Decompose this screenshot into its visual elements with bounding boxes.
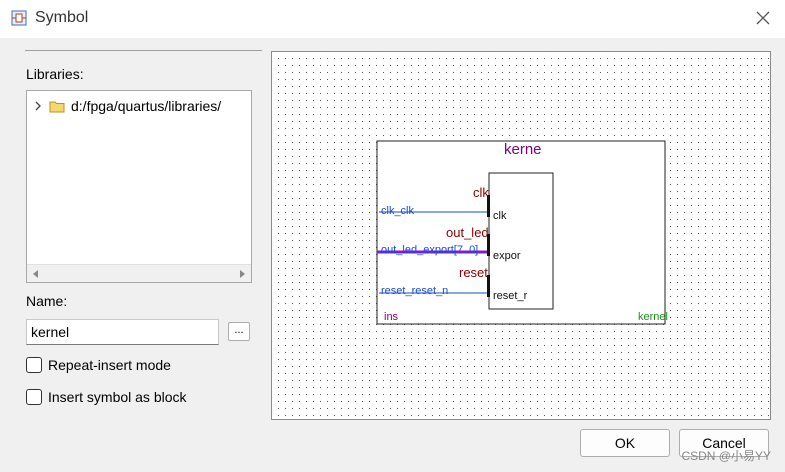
close-icon[interactable]: [753, 8, 773, 28]
pin-clk: clk: [493, 210, 507, 222]
insert-as-block-checkbox[interactable]: [26, 389, 42, 405]
signal-out-led: out_led_export[7..0]: [381, 244, 478, 256]
libraries-tree[interactable]: d:/fpga/quartus/libraries/: [26, 90, 252, 283]
repeat-insert-label: Repeat-insert mode: [48, 357, 171, 373]
port-group-out-led: out_led: [446, 225, 489, 240]
libraries-label: Libraries:: [26, 66, 84, 82]
ok-button[interactable]: OK: [580, 429, 670, 457]
port-group-reset: reset: [459, 265, 488, 280]
symbol-title: kerne: [504, 141, 542, 158]
separator: [25, 50, 262, 51]
window-title: Symbol: [35, 9, 89, 26]
inner-block: [488, 172, 554, 310]
symbol-preview: kerne clk clk_clk clk out_led out_led_ex…: [271, 51, 771, 420]
insert-as-block-label: Insert symbol as block: [48, 389, 187, 405]
horizontal-scrollbar[interactable]: [27, 264, 251, 282]
signal-clk: clk_clk: [381, 205, 415, 217]
tree-item-label: d:/fpga/quartus/libraries/: [71, 98, 222, 114]
symbol-app-icon: [11, 10, 27, 26]
pin-marker-out-led: [487, 234, 490, 256]
entity-label: kernel: [638, 311, 668, 323]
insert-as-block-option[interactable]: Insert symbol as block: [26, 389, 187, 405]
title-bar: Symbol: [0, 0, 785, 38]
browse-button[interactable]: ...: [228, 322, 250, 341]
pin-marker-clk: [487, 195, 490, 217]
tree-item-library[interactable]: d:/fpga/quartus/libraries/: [33, 97, 221, 115]
repeat-insert-option[interactable]: Repeat-insert mode: [26, 357, 171, 373]
repeat-insert-checkbox[interactable]: [26, 357, 42, 373]
name-label: Name:: [26, 293, 68, 309]
chevron-right-icon[interactable]: [33, 100, 43, 112]
symbol-diagram: kerne clk clk_clk clk out_led out_led_ex…: [376, 140, 668, 325]
scroll-right-icon[interactable]: [237, 269, 247, 279]
signal-reset: reset_reset_n: [381, 285, 448, 297]
port-group-clk: clk: [473, 185, 489, 200]
scroll-left-icon[interactable]: [31, 269, 41, 279]
folder-icon: [49, 101, 65, 113]
instance-label: ins: [384, 311, 399, 323]
name-input[interactable]: [26, 319, 219, 345]
watermark: CSDN @小易YY: [681, 449, 771, 463]
pin-out-led: expor: [493, 250, 521, 262]
pin-reset: reset_r: [493, 290, 528, 302]
pin-marker-reset: [487, 275, 490, 297]
